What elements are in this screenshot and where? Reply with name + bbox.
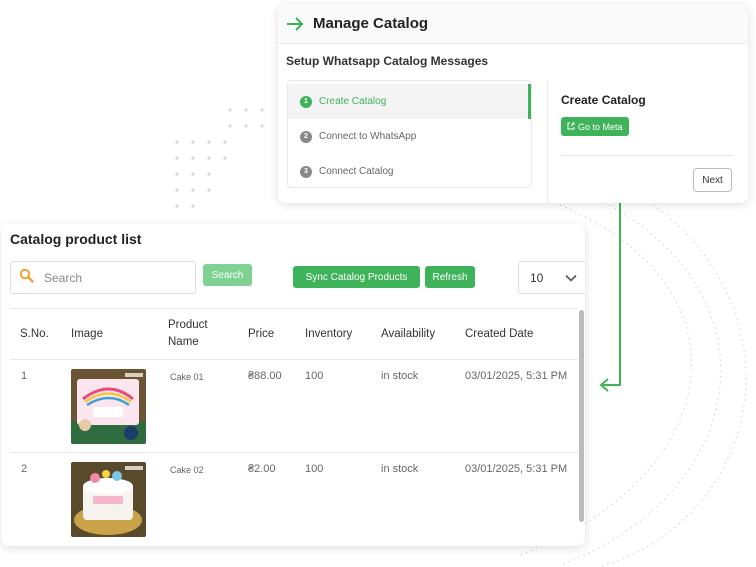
step-number: 2 bbox=[300, 130, 312, 143]
cell-sno: 2 bbox=[21, 463, 28, 475]
cell-availability: in stock bbox=[381, 370, 419, 382]
column-sno: S.No. bbox=[20, 328, 49, 340]
refresh-button[interactable]: Refresh bbox=[425, 266, 475, 288]
column-price: Price bbox=[248, 328, 275, 340]
arrow-right-icon bbox=[286, 14, 306, 34]
go-to-meta-button[interactable]: Go to Meta bbox=[561, 117, 629, 136]
page-size-value: 10 bbox=[530, 270, 544, 285]
cell-inventory: 100 bbox=[305, 463, 324, 475]
column-image: Image bbox=[71, 328, 103, 340]
setup-subtitle: Setup Whatsapp Catalog Messages bbox=[286, 54, 489, 68]
column-inventory: Inventory bbox=[305, 328, 353, 340]
product-image bbox=[71, 462, 146, 537]
table-header: S.No. Image Product Name Price Inventory… bbox=[10, 308, 578, 359]
cell-sno: 1 bbox=[21, 370, 28, 382]
product-list-card: Catalog product list Search Sync Catalog… bbox=[1, 224, 585, 546]
go-to-meta-label: Go to Meta bbox=[578, 121, 623, 132]
product-list-title: Catalog product list bbox=[10, 231, 142, 247]
dot-grid bbox=[175, 108, 264, 208]
step-connect-whatsapp[interactable]: 2 Connect to WhatsApp bbox=[288, 119, 531, 154]
search-input[interactable] bbox=[44, 270, 174, 285]
cell-product-name: Cake 02 bbox=[170, 465, 204, 475]
create-catalog-panel: Create Catalog Go to Meta Next bbox=[547, 80, 748, 203]
product-table: S.No. Image Product Name Price Inventory… bbox=[10, 308, 578, 546]
table-row[interactable]: 2 Cake 02 ₴2.00 100 in stock 03/01/2025,… bbox=[10, 452, 578, 546]
external-link-icon bbox=[567, 122, 575, 132]
table-row[interactable]: 1 Cake 01 ₴88.00 100 in stock 03/01/2025… bbox=[10, 359, 578, 452]
cell-availability: in stock bbox=[381, 463, 419, 475]
cell-created-date: 03/01/2025, 5:31 PM bbox=[465, 370, 568, 382]
column-availability: Availability bbox=[381, 328, 436, 340]
chevron-down-icon bbox=[564, 271, 578, 288]
manage-catalog-card: Manage Catalog Setup Whatsapp Catalog Me… bbox=[278, 4, 748, 203]
create-catalog-title: Create Catalog bbox=[561, 93, 646, 107]
cell-inventory: 100 bbox=[305, 370, 324, 382]
step-connect-catalog[interactable]: 3 Connect Catalog bbox=[288, 154, 531, 189]
divider bbox=[561, 155, 734, 156]
page-size-select[interactable]: 10 bbox=[518, 261, 585, 294]
cell-created-date: 03/01/2025, 5:31 PM bbox=[465, 463, 568, 475]
step-label: Connect Catalog bbox=[319, 166, 394, 177]
sync-catalog-products-button[interactable]: Sync Catalog Products bbox=[293, 266, 420, 288]
step-number: 3 bbox=[300, 165, 312, 178]
step-create-catalog[interactable]: 1 Create Catalog bbox=[288, 84, 531, 119]
step-label: Connect to WhatsApp bbox=[319, 131, 417, 142]
search-icon bbox=[19, 268, 34, 288]
cell-product-name: Cake 01 bbox=[170, 372, 204, 382]
step-label: Create Catalog bbox=[319, 96, 387, 107]
column-product-name-line2: Name bbox=[168, 336, 199, 348]
steps-list: 1 Create Catalog 2 Connect to WhatsApp 3… bbox=[287, 80, 532, 188]
column-created-date: Created Date bbox=[465, 328, 534, 340]
cell-price: ₴88.00 bbox=[248, 370, 282, 382]
step-number: 1 bbox=[300, 95, 312, 108]
column-product-name-line1: Product bbox=[168, 319, 208, 331]
search-button[interactable]: Search bbox=[203, 264, 252, 286]
next-button[interactable]: Next bbox=[693, 168, 732, 192]
table-scrollbar[interactable] bbox=[579, 310, 584, 522]
product-image bbox=[71, 369, 146, 444]
manage-catalog-title: Manage Catalog bbox=[313, 15, 429, 32]
search-box[interactable] bbox=[10, 261, 196, 294]
cell-price: ₴2.00 bbox=[248, 463, 276, 475]
manage-catalog-header: Manage Catalog bbox=[278, 4, 748, 44]
